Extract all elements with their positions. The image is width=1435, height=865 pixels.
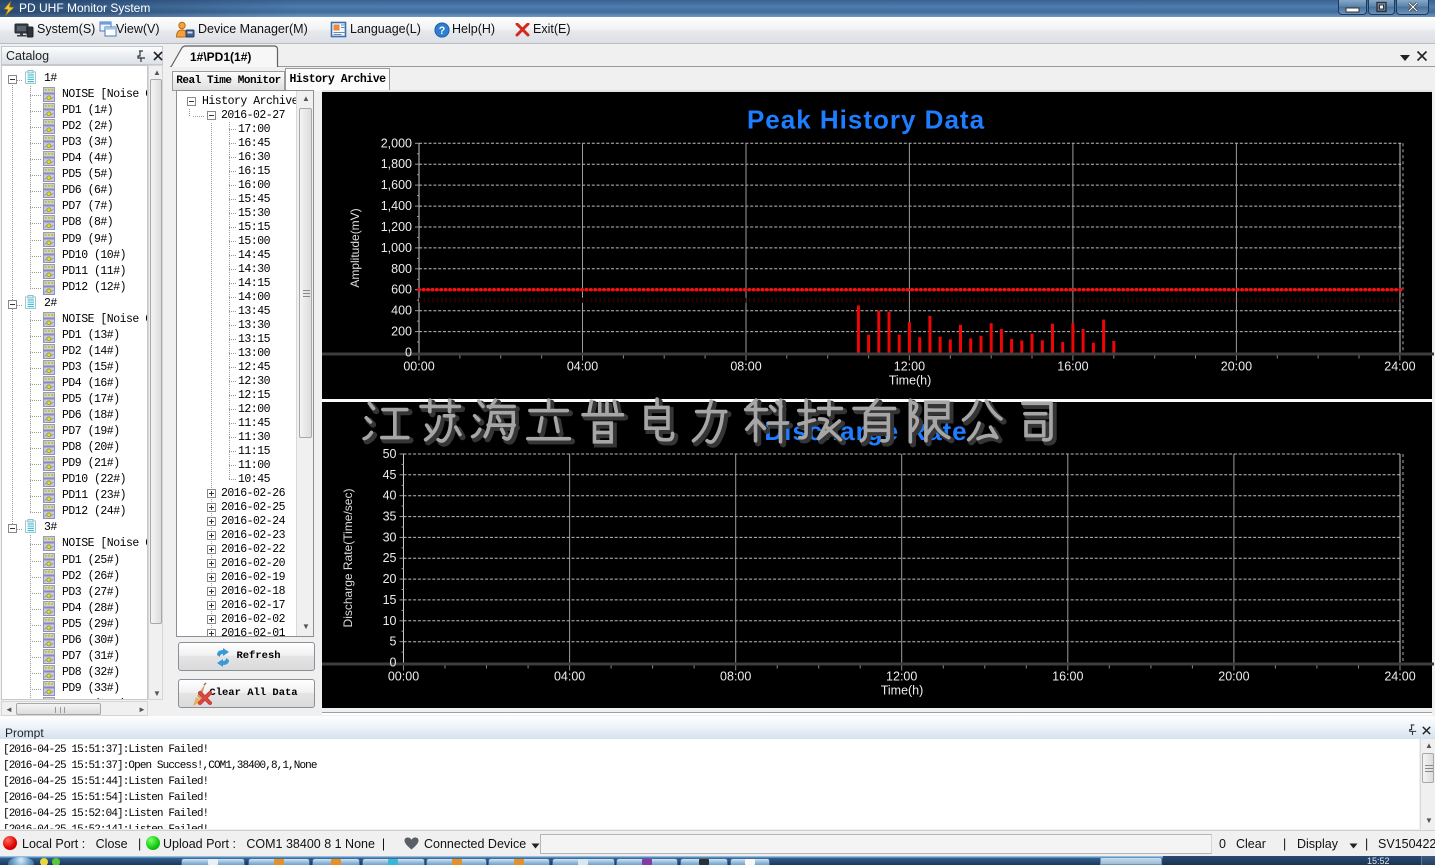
svg-text:Peak History Data: Peak History Data	[747, 105, 985, 135]
svg-text:00:00: 00:00	[388, 670, 419, 684]
svg-text:1,400: 1,400	[381, 199, 412, 213]
svg-text:1,800: 1,800	[381, 157, 412, 171]
svg-text:1,200: 1,200	[381, 220, 412, 234]
svg-text:30: 30	[383, 530, 397, 544]
svg-text:2,000: 2,000	[381, 136, 412, 150]
svg-text:16:00: 16:00	[1052, 670, 1083, 684]
svg-text:25: 25	[383, 551, 397, 565]
svg-text:10: 10	[383, 614, 397, 628]
svg-text:Time(h): Time(h)	[881, 684, 924, 698]
svg-text:24:00: 24:00	[1384, 360, 1415, 374]
svg-text:?: ?	[439, 25, 446, 37]
svg-text:600: 600	[391, 283, 412, 297]
svg-text:24:00: 24:00	[1384, 670, 1415, 684]
svg-text:16:00: 16:00	[1057, 360, 1088, 374]
svg-text:1,000: 1,000	[381, 241, 412, 255]
svg-text:Time(h): Time(h)	[889, 374, 932, 388]
svg-text:200: 200	[391, 325, 412, 339]
svg-text:800: 800	[391, 262, 412, 276]
svg-text:5: 5	[390, 635, 397, 649]
svg-text:00:00: 00:00	[403, 360, 434, 374]
svg-text:20:00: 20:00	[1221, 360, 1252, 374]
svg-text:15: 15	[383, 593, 397, 607]
svg-text:20: 20	[383, 572, 397, 586]
svg-text:Discharge Rate(Time/sec): Discharge Rate(Time/sec)	[341, 489, 355, 628]
svg-text:0: 0	[390, 656, 397, 670]
svg-text:45: 45	[383, 468, 397, 482]
svg-text:08:00: 08:00	[730, 360, 761, 374]
svg-text:0: 0	[405, 346, 412, 360]
svg-text:04:00: 04:00	[554, 670, 585, 684]
svg-text:04:00: 04:00	[567, 360, 598, 374]
svg-text:12:00: 12:00	[894, 360, 925, 374]
svg-text:35: 35	[383, 510, 397, 524]
svg-text:1,600: 1,600	[381, 178, 412, 192]
svg-text:12:00: 12:00	[886, 670, 917, 684]
svg-text:40: 40	[383, 489, 397, 503]
svg-text:Amplitude(mV): Amplitude(mV)	[348, 208, 362, 287]
svg-text:08:00: 08:00	[720, 670, 751, 684]
svg-text:400: 400	[391, 304, 412, 318]
svg-text:20:00: 20:00	[1218, 670, 1249, 684]
